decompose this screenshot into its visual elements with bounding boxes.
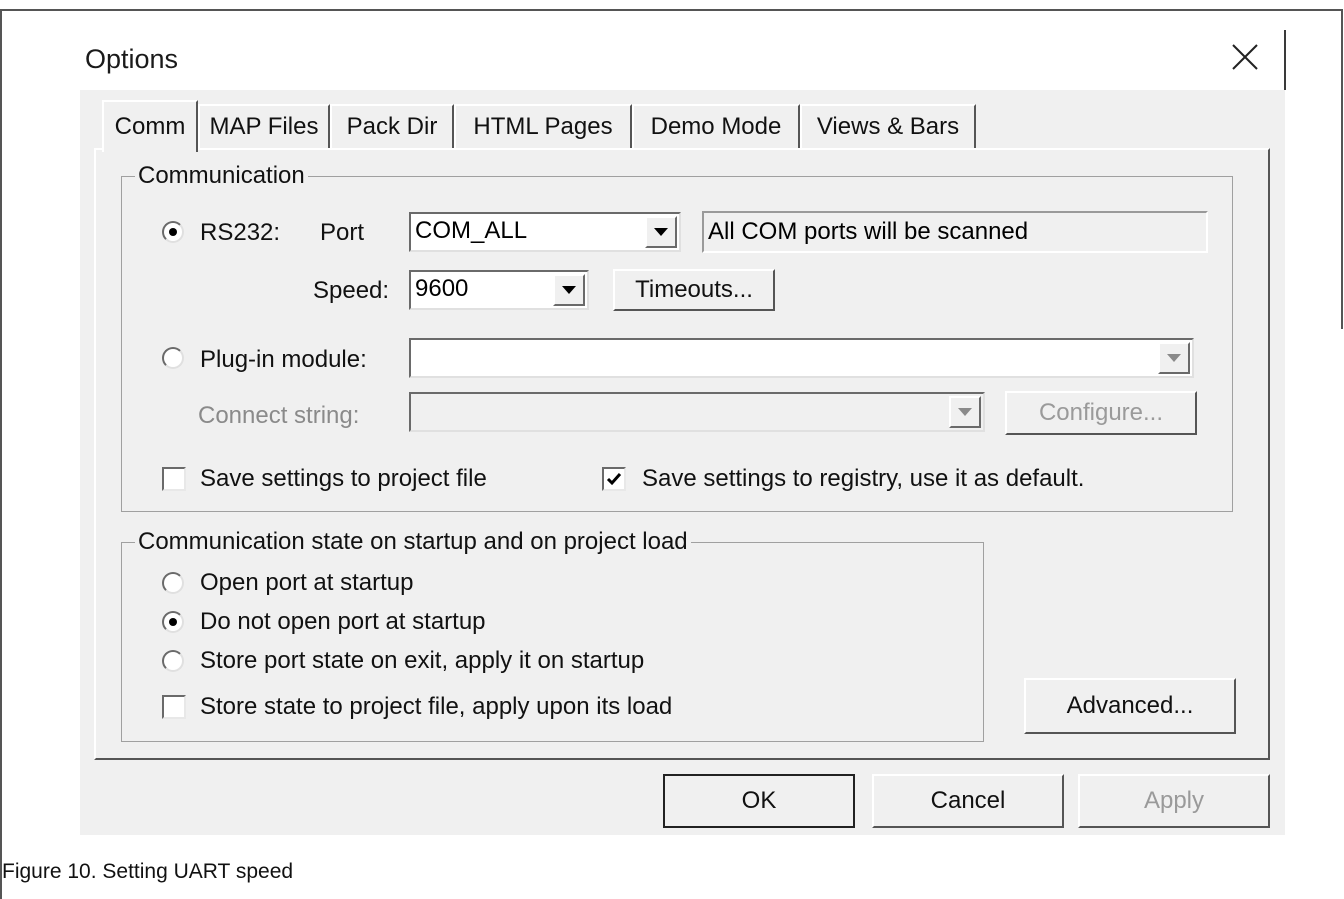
dialog-title: Options	[85, 44, 179, 74]
frame-left-border	[0, 9, 2, 899]
connect-string-dropdown[interactable]	[409, 392, 985, 432]
radio-selected-dot	[169, 228, 177, 236]
store-state-radio[interactable]	[162, 650, 184, 672]
save-registry-label: Save settings to registry, use it as def…	[642, 465, 1085, 492]
store-project-checkbox[interactable]	[162, 695, 186, 719]
plugin-module-radio[interactable]	[162, 347, 184, 369]
do-not-open-label: Do not open port at startup	[200, 608, 486, 635]
advanced-button[interactable]: Advanced...	[1024, 678, 1236, 734]
startup-group-label: Communication state on startup and on pr…	[135, 528, 691, 556]
speed-value: 9600	[415, 275, 469, 302]
open-port-label: Open port at startup	[200, 569, 414, 596]
port-label: Port	[320, 219, 365, 246]
tab-html-pages[interactable]: HTML Pages	[454, 104, 632, 148]
speed-label: Speed:	[313, 277, 390, 304]
port-dropdown-button[interactable]	[645, 216, 677, 248]
plugin-module-dropdown[interactable]	[409, 338, 1194, 378]
chevron-down-icon	[958, 408, 972, 416]
chevron-down-icon	[1167, 354, 1181, 362]
ok-button[interactable]: OK	[663, 774, 855, 828]
connect-dropdown-button[interactable]	[949, 396, 981, 428]
tab-comm[interactable]: Comm	[102, 100, 198, 152]
rs232-radio[interactable]	[162, 221, 184, 243]
chevron-down-icon	[654, 228, 668, 236]
store-state-label: Store port state on exit, apply it on st…	[200, 647, 645, 674]
tab-demo-mode[interactable]: Demo Mode	[632, 104, 800, 148]
store-project-label: Store state to project file, apply upon …	[200, 693, 673, 720]
open-port-radio[interactable]	[162, 572, 184, 594]
connect-string-label: Connect string:	[198, 402, 360, 429]
close-icon	[1232, 44, 1258, 70]
cancel-button[interactable]: Cancel	[872, 774, 1064, 828]
options-dialog: Options Comm MAP Files Pack Dir HTML Pag…	[80, 22, 1286, 835]
plugin-module-label: Plug-in module:	[200, 346, 367, 373]
checkmark-icon	[606, 473, 622, 486]
do-not-open-radio[interactable]	[162, 611, 184, 633]
figure-caption: Figure 10. Setting UART speed	[2, 860, 294, 883]
rs232-label: RS232:	[200, 219, 281, 246]
tab-map-files[interactable]: MAP Files	[198, 104, 330, 148]
chevron-down-icon	[562, 286, 576, 294]
frame-top-border	[0, 9, 1342, 11]
port-dropdown[interactable]: COM_ALL	[409, 212, 681, 252]
configure-button[interactable]: Configure...	[1005, 391, 1197, 435]
close-button[interactable]	[1215, 32, 1275, 82]
save-registry-checkbox[interactable]	[602, 467, 626, 491]
tab-views-bars[interactable]: Views & Bars	[800, 104, 976, 148]
speed-dropdown-button[interactable]	[553, 274, 585, 306]
plugin-dropdown-button[interactable]	[1158, 342, 1190, 374]
port-info-text: All COM ports will be scanned	[708, 218, 1029, 245]
save-project-label: Save settings to project file	[200, 465, 487, 492]
apply-button[interactable]: Apply	[1078, 774, 1270, 828]
communication-group-label: Communication	[135, 162, 308, 190]
port-info-field: All COM ports will be scanned	[702, 211, 1208, 253]
title-bar: Options	[80, 22, 1286, 90]
title-divider	[1284, 30, 1286, 90]
timeouts-button[interactable]: Timeouts...	[613, 269, 775, 311]
save-project-checkbox[interactable]	[162, 467, 186, 491]
radio-selected-dot	[169, 618, 177, 626]
tab-pack-dir[interactable]: Pack Dir	[330, 104, 454, 148]
frame-right-border	[1341, 9, 1343, 329]
speed-dropdown[interactable]: 9600	[409, 270, 589, 310]
port-value: COM_ALL	[415, 217, 528, 244]
